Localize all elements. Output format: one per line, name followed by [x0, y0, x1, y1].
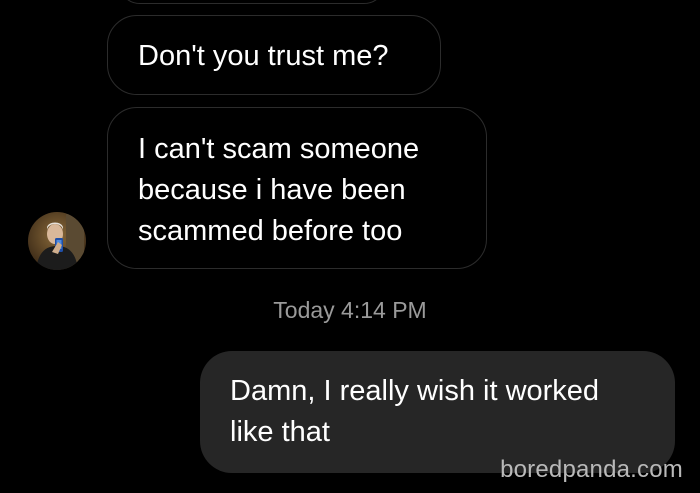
message-text-line: I can't scam someone [138, 133, 420, 165]
message-text-line: Damn, I really wish it worked [230, 375, 600, 407]
sender-avatar-icon[interactable] [28, 212, 86, 270]
message-text-line: because i have been [138, 174, 406, 206]
message-timestamp: Today 4:14 PM [273, 297, 427, 323]
message-text: Don't you trust me? [138, 40, 389, 72]
outgoing-message-bubble[interactable]: Damn, I really wish it worked like that [200, 351, 675, 473]
incoming-message-bubble[interactable]: Don't you trust me? [107, 15, 441, 95]
incoming-message-bubble[interactable]: I can't scam someone because i have been… [107, 107, 487, 269]
person-photo-icon [28, 212, 86, 270]
previous-message-bubble[interactable] [118, 0, 386, 4]
message-text-line: like that [230, 416, 330, 448]
watermark: boredpanda.com [500, 456, 683, 483]
message-text-line: scammed before too [138, 215, 403, 247]
